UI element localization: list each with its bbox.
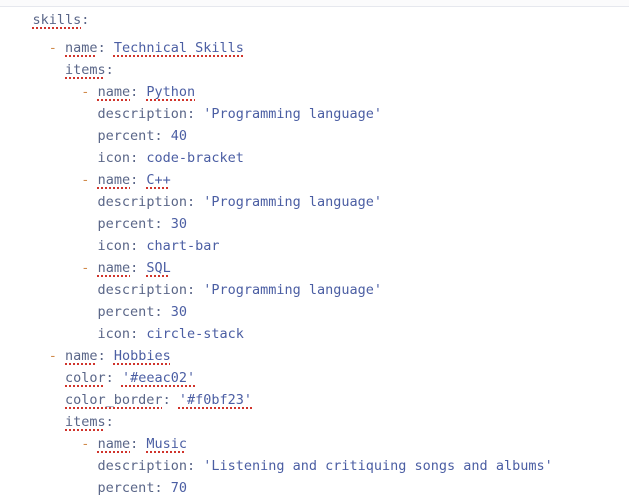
code-line: description: 'Programming language' xyxy=(0,84,382,122)
code-line: icon: xyxy=(0,480,139,503)
yaml-separator: : xyxy=(154,480,171,496)
yaml-separator: : xyxy=(186,282,204,298)
code-line: - name: Technical Skills xyxy=(0,18,244,56)
yaml-value: Technical Skills xyxy=(113,40,244,56)
code-line: icon: circle-stack xyxy=(0,304,244,342)
code-line: - name: Music xyxy=(0,414,187,452)
yaml-value: 'Programming language' xyxy=(203,106,383,122)
code-line: description: 'Programming language' xyxy=(0,260,382,298)
code-line: percent: 70 xyxy=(0,458,187,496)
yaml-separator: : xyxy=(186,106,204,122)
yaml-value: 'Programming language' xyxy=(203,194,383,210)
code-line: percent: 30 xyxy=(0,194,187,232)
code-line: - name: Python xyxy=(0,62,195,100)
yaml-value: 'Listening and critiquing songs and albu… xyxy=(203,458,553,474)
code-line: description: 'Programming language' xyxy=(0,172,382,210)
code-line: icon: chart-bar xyxy=(0,216,220,254)
yaml-separator: : xyxy=(162,392,179,408)
code-line: items: xyxy=(0,40,114,78)
code-line: description: 'Listening and critiquing s… xyxy=(0,436,553,474)
code-line: color: '#eeac02' xyxy=(0,348,195,386)
code-line: - name: Hobbies xyxy=(0,326,171,364)
yaml-value: 'Programming language' xyxy=(203,282,383,298)
code-line: icon: code-bracket xyxy=(0,128,244,166)
code-line: color_border: '#f0bf23' xyxy=(0,370,252,408)
code-line: percent: 30 xyxy=(0,282,187,320)
code-line: percent: 40 xyxy=(0,106,187,144)
code-line: items: xyxy=(0,392,114,430)
code-line: - name: SQL xyxy=(0,238,170,276)
code-line: skills: xyxy=(0,0,90,28)
yaml-value: '#f0bf23' xyxy=(178,392,252,408)
yaml-separator: : xyxy=(186,194,204,210)
editor-top-border xyxy=(0,0,629,7)
yaml-editor[interactable]: skills: - name: Technical Skills items: … xyxy=(0,0,629,503)
code-line: - name: C++ xyxy=(0,150,170,188)
yaml-separator: : xyxy=(186,458,204,474)
yaml-value: 70 xyxy=(170,480,187,496)
